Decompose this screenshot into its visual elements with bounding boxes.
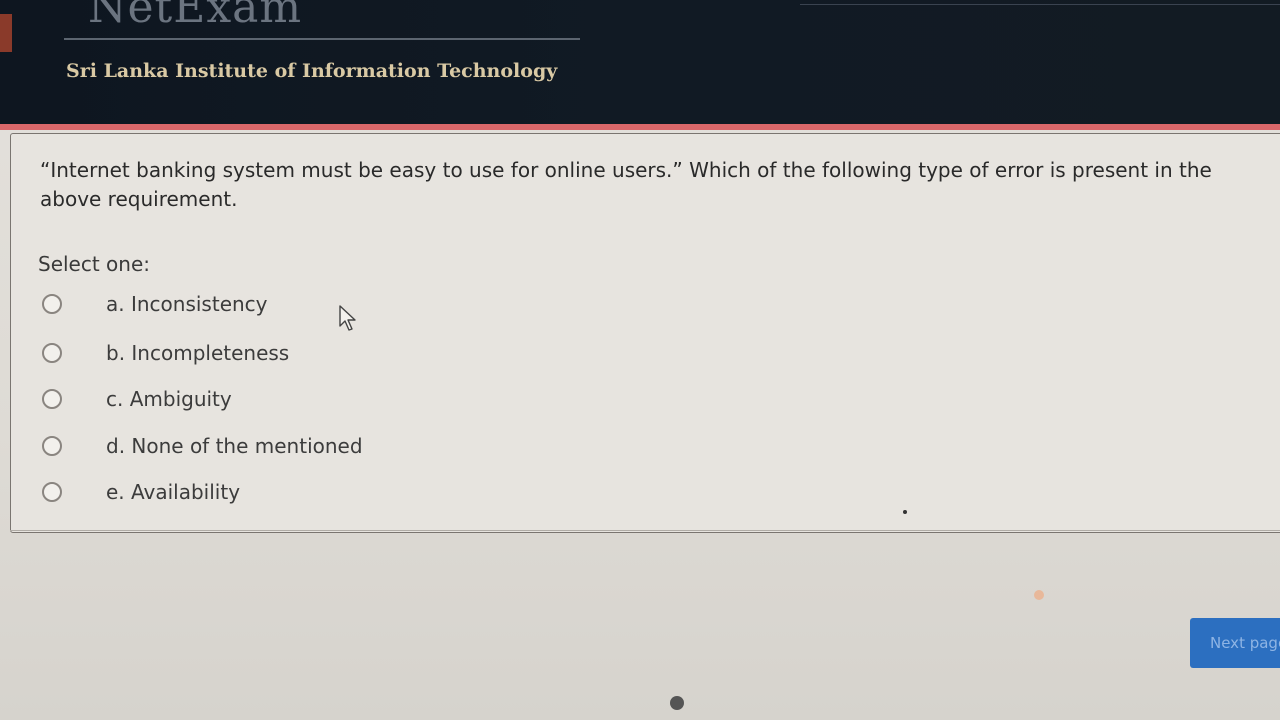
option-label: b. Incompleteness: [106, 341, 290, 365]
radio-button[interactable]: [42, 389, 62, 409]
logo-divider: [64, 38, 580, 40]
radio-button[interactable]: [42, 343, 62, 363]
screen-speck: [903, 510, 907, 514]
option-d[interactable]: d. None of the mentioned: [42, 431, 363, 461]
header-edge-tab: [0, 14, 12, 52]
radio-button[interactable]: [42, 482, 62, 502]
mouse-pointer-icon: [339, 305, 356, 331]
institute-name: Sri Lanka Institute of Information Techn…: [66, 60, 558, 82]
screen-speck: [1034, 590, 1044, 600]
option-e[interactable]: e. Availability: [42, 477, 240, 507]
select-one-label: Select one:: [38, 252, 151, 276]
option-label: c. Ambiguity: [106, 387, 232, 411]
site-header: NetExam Sri Lanka Institute of Informati…: [0, 0, 1280, 130]
option-b[interactable]: b. Incompleteness: [42, 338, 289, 368]
radio-button[interactable]: [42, 294, 62, 314]
option-label: a. Inconsistency: [106, 292, 268, 316]
quiz-page: NetExam Sri Lanka Institute of Informati…: [0, 0, 1280, 720]
option-label: e. Availability: [106, 480, 241, 504]
radio-button[interactable]: [42, 436, 62, 456]
next-page-button[interactable]: Next page: [1190, 618, 1280, 668]
option-c[interactable]: c. Ambiguity: [42, 384, 232, 414]
card-bottom-divider: [10, 530, 1280, 531]
screen-speck: [670, 696, 684, 710]
header-divider: [800, 4, 1280, 5]
option-a[interactable]: a. Inconsistency: [42, 289, 268, 319]
option-label: d. None of the mentioned: [106, 434, 363, 458]
site-logo[interactable]: NetExam: [88, 0, 302, 33]
question-text: “Internet banking system must be easy to…: [40, 158, 1212, 211]
